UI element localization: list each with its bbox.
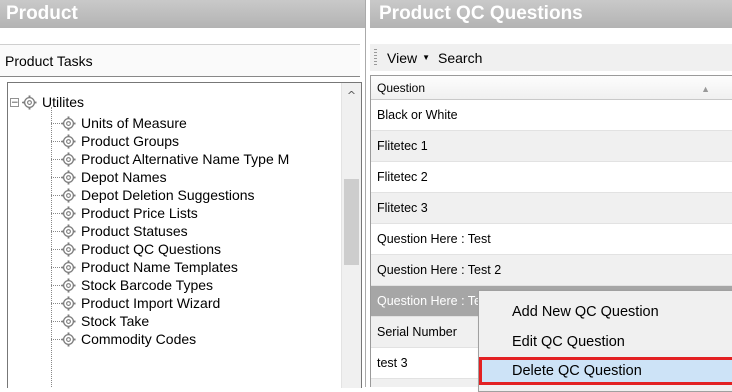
tree-item-label: Product QC Questions [81,241,222,257]
product-tasks-header[interactable]: Product Tasks [0,44,360,77]
tree-item-label: Commodity Codes [81,331,197,347]
toolbar-grip-icon[interactable] [374,49,377,66]
tree-scrollbar[interactable]: ^ [341,83,361,388]
tree-item-label: Product Name Templates [81,259,238,275]
tree-item-label: Product Groups [81,133,180,149]
gear-icon [61,133,76,149]
gear-icon [61,331,76,347]
tree-item-label: Product Price Lists [81,205,198,221]
table-row[interactable]: Flitetec 3 [371,193,732,224]
gear-icon [61,115,76,131]
scroll-up-arrow-icon[interactable]: ^ [342,89,361,103]
tree-item-label: Depot Names [81,169,167,185]
dropdown-arrow-icon: ▼ [422,53,431,62]
table-row[interactable]: Question Here : Test 2 [371,255,732,286]
gear-icon [61,151,76,167]
tree-connector [51,107,52,388]
view-menu-button[interactable]: View ▼ [387,50,430,66]
tree-item[interactable]: Units of Measure [61,114,187,132]
collapse-icon[interactable]: − [10,97,19,107]
column-header-label: Question [377,80,426,95]
tree-item-label: Product Statuses [81,223,188,239]
table-row[interactable]: Question Here : Test [371,224,732,255]
tree-item-label: Stock Barcode Types [81,277,214,293]
tree-item-label: Stock Take [81,313,150,329]
table-row[interactable]: Flitetec 2 [371,162,732,193]
search-button[interactable]: Search [438,50,482,66]
gear-icon [22,94,37,110]
column-header-question[interactable]: Question ▲ [371,76,732,100]
add-qc-question-menu-item[interactable]: Add New QC Question [479,298,732,326]
tree-item[interactable]: Stock Take [61,312,149,330]
product-pane: Product Product Tasks − Utilites Units o… [0,0,365,388]
tree-item[interactable]: Product Price Lists [61,204,198,222]
context-menu: Add New QC Question Edit QC Question Delet… [478,290,732,392]
tree-item[interactable]: Product Name Templates [61,258,238,276]
tree-item-label: Product Alternative Name Type M [81,151,290,167]
tree-item[interactable]: Stock Barcode Types [61,276,213,294]
tree-item[interactable]: Depot Names [61,168,167,186]
qc-questions-title: Product QC Questions [370,0,732,28]
gear-icon [61,205,76,221]
table-row[interactable]: Flitetec 1 [371,131,732,162]
tree-item[interactable]: Product Groups [61,132,179,150]
tree-item-label: Product Import Wizard [81,295,221,311]
tree-item[interactable]: Product QC Questions [61,240,221,258]
scroll-thumb[interactable] [344,179,359,265]
tree-item-label: Depot Deletion Suggestions [81,187,255,203]
gear-icon [61,295,76,311]
gear-icon [61,187,76,203]
gear-icon [61,169,76,185]
view-label: View [387,49,418,66]
toolbar: View ▼ Search [370,44,732,71]
gear-icon [61,313,76,329]
sort-ascending-icon: ▲ [701,84,710,94]
tree-item[interactable]: Product Alternative Name Type M [61,150,289,168]
tree-item[interactable]: Depot Deletion Suggestions [61,186,255,204]
gear-icon [61,277,76,293]
gear-icon [61,223,76,239]
delete-qc-question-menu-item[interactable]: Delete QC Question [479,357,732,385]
gear-icon [61,241,76,257]
tree-item[interactable]: Commodity Codes [61,330,196,348]
gear-icon [61,259,76,275]
tree-node-label: Utilites [42,94,85,110]
tree-item-label: Units of Measure [81,115,187,131]
tree-item[interactable]: Product Import Wizard [61,294,220,312]
table-row[interactable]: Black or White [371,100,732,131]
tree-node-utilites[interactable]: − Utilites [10,93,84,111]
product-tasks-tree: − Utilites Units of Measure Product Group… [7,82,362,388]
tree-item[interactable]: Product Statuses [61,222,188,240]
edit-qc-question-menu-item[interactable]: Edit QC Question [479,328,732,356]
product-pane-title: Product [0,0,365,28]
tree-container: − Utilites Units of Measure Product Group… [8,83,340,388]
